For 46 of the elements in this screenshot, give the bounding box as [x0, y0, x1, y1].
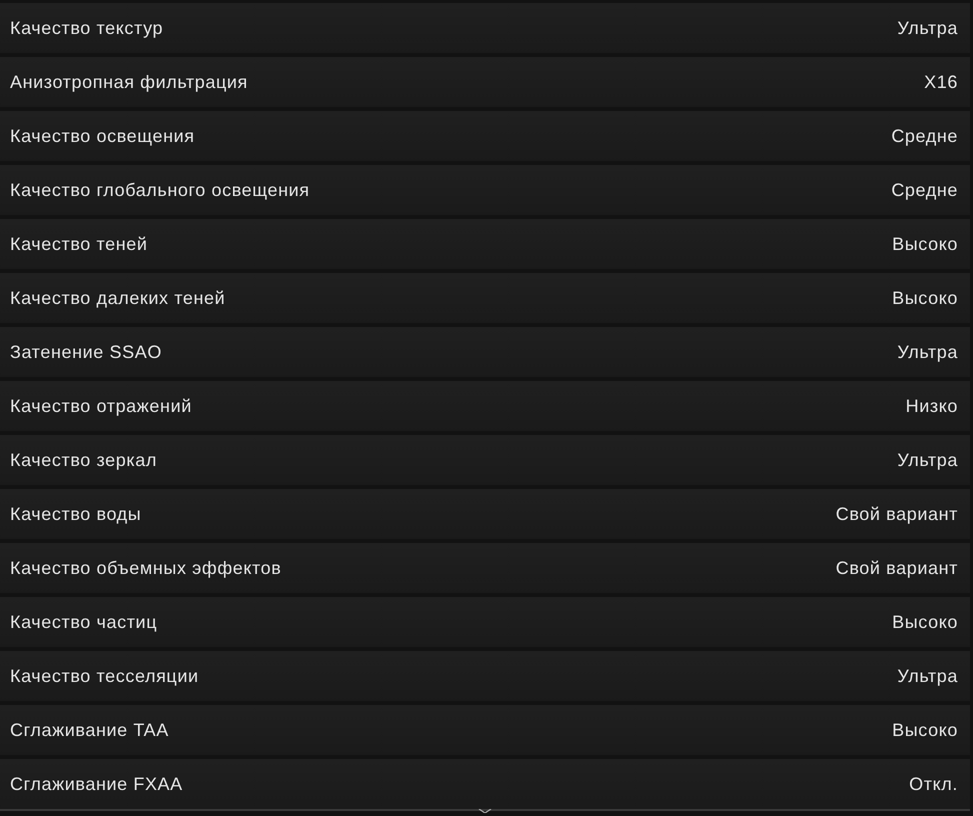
setting-row[interactable]: Качество далеких теней Высоко: [0, 273, 970, 323]
setting-label: Сглаживание FXAA: [10, 774, 183, 794]
setting-label: Качество частиц: [10, 612, 158, 632]
setting-value[interactable]: Откл.: [909, 774, 958, 794]
setting-label: Качество тесселяции: [10, 666, 199, 686]
setting-row[interactable]: Качество глобального освещения Средне: [0, 165, 970, 215]
setting-label: Анизотропная фильтрация: [10, 72, 248, 92]
setting-row[interactable]: Качество тесселяции Ультра: [0, 651, 970, 701]
setting-row[interactable]: Качество освещения Средне: [0, 111, 970, 161]
setting-value[interactable]: Низко: [906, 396, 958, 416]
caret-icon: [478, 809, 492, 813]
setting-row[interactable]: Сглаживание FXAA Откл.: [0, 759, 970, 809]
setting-label: Качество воды: [10, 504, 142, 524]
setting-value[interactable]: X16: [924, 72, 958, 92]
setting-value[interactable]: Высоко: [892, 612, 958, 632]
setting-row[interactable]: Качество отражений Низко: [0, 381, 970, 431]
setting-label: Качество глобального освещения: [10, 180, 310, 200]
setting-value[interactable]: Средне: [891, 180, 958, 200]
setting-label: Качество далеких теней: [10, 288, 226, 308]
setting-row[interactable]: Затенение SSAO Ультра: [0, 327, 970, 377]
setting-row[interactable]: Анизотропная фильтрация X16: [0, 57, 970, 107]
setting-row[interactable]: Качество частиц Высоко: [0, 597, 970, 647]
setting-label: Сглаживание TAA: [10, 720, 169, 740]
setting-value[interactable]: Свой вариант: [836, 558, 958, 578]
setting-value[interactable]: Ультра: [897, 666, 958, 686]
setting-label: Качество объемных эффектов: [10, 558, 282, 578]
setting-value[interactable]: Высоко: [892, 234, 958, 254]
setting-value[interactable]: Высоко: [892, 720, 958, 740]
setting-value[interactable]: Средне: [891, 126, 958, 146]
setting-value[interactable]: Свой вариант: [836, 504, 958, 524]
setting-label: Качество зеркал: [10, 450, 157, 470]
setting-row[interactable]: Качество воды Свой вариант: [0, 489, 970, 539]
setting-label: Затенение SSAO: [10, 342, 162, 362]
setting-value[interactable]: Ультра: [897, 342, 958, 362]
setting-value[interactable]: Высоко: [892, 288, 958, 308]
setting-label: Качество теней: [10, 234, 148, 254]
setting-row[interactable]: Сглаживание TAA Высоко: [0, 705, 970, 755]
setting-value[interactable]: Ультра: [897, 18, 958, 38]
setting-row[interactable]: Качество зеркал Ультра: [0, 435, 970, 485]
setting-label: Качество текстур: [10, 18, 164, 38]
setting-label: Качество освещения: [10, 126, 195, 146]
setting-value[interactable]: Ультра: [897, 450, 958, 470]
setting-row[interactable]: Качество теней Высоко: [0, 219, 970, 269]
setting-row[interactable]: Качество текстур Ультра: [0, 3, 970, 53]
setting-label: Качество отражений: [10, 396, 192, 416]
setting-row[interactable]: Качество объемных эффектов Свой вариант: [0, 543, 970, 593]
